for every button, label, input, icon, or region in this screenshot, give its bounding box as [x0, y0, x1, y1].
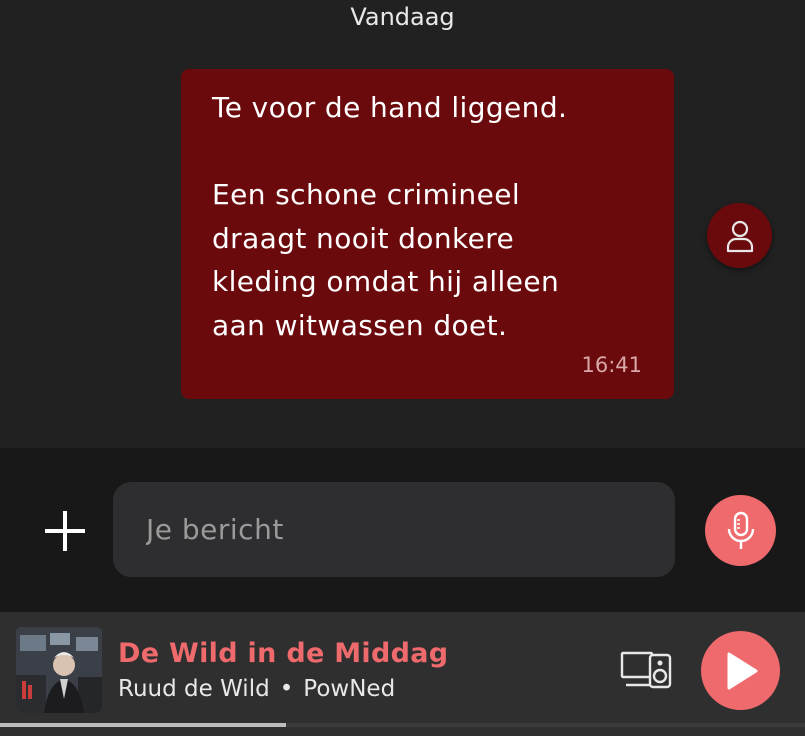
- message-bubble[interactable]: Te voor de hand liggend. Een schone crim…: [181, 69, 674, 399]
- day-separator-label: Vandaag: [350, 3, 455, 31]
- cast-devices-icon: [620, 651, 672, 689]
- playback-progress-fill: [0, 723, 286, 727]
- avatar[interactable]: [707, 203, 772, 268]
- show-artwork: [16, 627, 102, 713]
- voice-message-button[interactable]: [705, 495, 776, 566]
- play-button[interactable]: [701, 631, 780, 710]
- plus-icon: [45, 511, 85, 551]
- message-text: Te voor de hand liggend. Een schone crim…: [212, 91, 568, 342]
- station-name: PowNed: [303, 676, 396, 702]
- play-icon: [727, 652, 757, 689]
- show-subtitle: Ruud de Wild • PowNed: [118, 676, 395, 702]
- message-timestamp: 16:41: [581, 353, 642, 377]
- now-playing-bar[interactable]: De Wild in de Middag Ruud de Wild • PowNed: [0, 612, 805, 736]
- message-composer: [0, 448, 805, 612]
- show-host: Ruud de Wild: [118, 676, 270, 702]
- message-input[interactable]: [113, 482, 675, 577]
- playback-progress-track: [0, 723, 805, 727]
- add-attachment-button[interactable]: [40, 506, 90, 556]
- show-title: De Wild in de Middag: [118, 638, 449, 669]
- subtitle-separator: •: [279, 676, 294, 702]
- microphone-icon: [727, 511, 754, 549]
- cast-button[interactable]: [620, 649, 674, 693]
- chat-area: Vandaag Te voor de hand liggend. Een sch…: [0, 0, 805, 448]
- person-icon: [726, 220, 753, 252]
- message-input-container: [113, 482, 675, 577]
